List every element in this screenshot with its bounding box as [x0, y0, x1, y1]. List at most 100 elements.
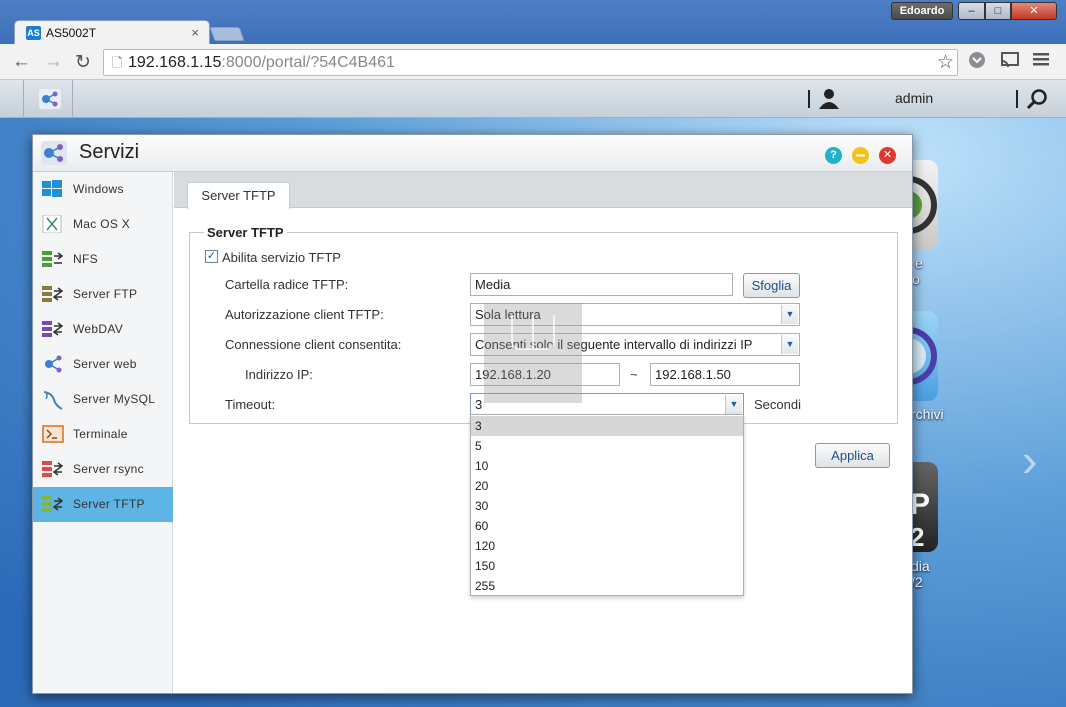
desktop-label: dia	[911, 558, 930, 574]
adm-taskbar: admin	[0, 80, 1066, 118]
dropdown-option[interactable]: 255	[471, 576, 743, 596]
sidebar-item-label: Server TFTP	[73, 497, 145, 511]
menu-icon[interactable]	[1033, 51, 1049, 72]
sidebar-item-label: Server MySQL	[73, 392, 156, 406]
browser-toolbar: ← → ↻ 🗋 192.168.1.15:8000/portal/?54C4B4…	[0, 44, 1066, 80]
server-tftp-icon	[42, 495, 64, 516]
nfs-icon	[42, 250, 64, 271]
chevron-down-icon[interactable]: ▼	[781, 305, 798, 324]
mysql-dolphin-icon	[42, 390, 64, 413]
sidebar-item-terminale[interactable]: Terminale	[33, 417, 173, 452]
os-minimize-button[interactable]: –	[958, 2, 985, 20]
sidebar-item-server-web[interactable]: Server web	[33, 347, 173, 382]
reload-icon[interactable]: ↻	[75, 51, 91, 74]
ip-range-separator: ~	[630, 367, 638, 382]
sidebar-item-label: NFS	[73, 252, 98, 266]
desktop-next-page-icon[interactable]: ›	[1022, 433, 1037, 487]
apply-button[interactable]: Applica	[815, 443, 890, 468]
desktop-label: e	[915, 255, 923, 271]
taskbar-app-servizi[interactable]	[23, 80, 73, 118]
sidebar-item-nfs[interactable]: NFS	[33, 242, 173, 277]
tab-server-tftp[interactable]: Server TFTP	[187, 182, 290, 209]
divider	[1016, 90, 1018, 108]
sidebar-item-label: Terminale	[73, 427, 128, 441]
dropdown-option[interactable]: 30	[471, 496, 743, 516]
os-close-button[interactable]: ✕	[1011, 2, 1057, 20]
sidebar-item-label: Server FTP	[73, 287, 138, 301]
sidebar-item-server-ftp[interactable]: Server FTP	[33, 277, 173, 312]
enable-tftp-label[interactable]: Abilita servizio TFTP	[222, 250, 341, 265]
sidebar-item-server-mysql[interactable]: Server MySQL	[33, 382, 173, 417]
desktop-label: o	[912, 271, 920, 287]
dropdown-option[interactable]: 3	[471, 416, 743, 436]
dropdown-option[interactable]: 120	[471, 536, 743, 556]
dropdown-option[interactable]: 20	[471, 476, 743, 496]
sidebar-item-server-rsync[interactable]: Server rsync	[33, 452, 173, 487]
root-folder-label: Cartella radice TFTP:	[225, 277, 349, 292]
client-connection-label: Connessione client consentita:	[225, 337, 402, 352]
os-user-badge[interactable]: Edoardo	[891, 2, 953, 20]
server-web-icon	[42, 355, 64, 376]
sidebar-item-label: Server rsync	[73, 462, 144, 476]
address-url: 192.168.1.15:8000/portal/?54C4B461	[128, 54, 395, 71]
services-icon	[41, 141, 67, 168]
webdav-icon	[42, 320, 64, 341]
chevron-down-icon[interactable]: ▼	[781, 335, 798, 354]
close-icon[interactable]: ✕	[879, 147, 896, 164]
window-titlebar[interactable]: Servizi ? ✕	[33, 135, 912, 172]
services-icon	[39, 89, 61, 112]
os-window-controls: – □ ✕	[958, 2, 1057, 20]
ip-to-input[interactable]: 192.168.1.50	[650, 363, 800, 386]
timeout-dropdown-list: 3 5 10 20 30 60 120 150 255	[470, 414, 744, 596]
forward-icon[interactable]: →	[44, 51, 63, 73]
sidebar-item-webdav[interactable]: WebDAV	[33, 312, 173, 347]
sidebar-item-server-tftp[interactable]: Server TFTP	[33, 487, 173, 522]
new-tab-button[interactable]	[209, 27, 245, 41]
browser-tab[interactable]: AS AS5002T ×	[14, 20, 210, 45]
minimize-icon[interactable]	[852, 147, 869, 164]
ip-address-label: Indirizzo IP:	[245, 367, 313, 382]
help-icon[interactable]: ?	[825, 147, 842, 164]
timeout-label: Timeout:	[225, 397, 276, 412]
asustor-favicon-icon: AS	[26, 26, 41, 40]
window-title: Servizi	[79, 141, 140, 163]
dropdown-option[interactable]: 60	[471, 516, 743, 536]
timeout-value: 3	[475, 397, 483, 412]
user-icon[interactable]	[818, 87, 840, 112]
windows-icon	[42, 180, 62, 201]
username[interactable]: admin	[895, 90, 933, 106]
terminal-icon	[42, 425, 64, 446]
dropdown-option[interactable]: 5	[471, 436, 743, 456]
root-folder-input[interactable]: Media	[470, 273, 733, 296]
chevron-down-icon[interactable]: ▼	[725, 395, 742, 414]
group-title: Server TFTP	[207, 225, 284, 240]
cast-icon[interactable]	[1000, 51, 1020, 74]
desktop-label: rchivi	[911, 406, 944, 422]
bookmark-star-icon[interactable]: ☆	[937, 51, 954, 74]
tab-close-icon[interactable]: ×	[191, 25, 199, 40]
search-icon[interactable]	[1026, 88, 1048, 113]
sidebar-item-label: WebDAV	[73, 322, 124, 336]
sidebar-item-label: Mac OS X	[73, 217, 131, 231]
browser-tab-title: AS5002T	[46, 26, 97, 40]
address-bar[interactable]: 🗋 192.168.1.15:8000/portal/?54C4B461 ☆	[103, 49, 958, 76]
extension-icon[interactable]	[968, 51, 986, 74]
sidebar-item-windows[interactable]: Windows	[33, 172, 173, 207]
content-tabbar: Server TFTP	[174, 172, 912, 209]
back-icon[interactable]: ←	[12, 51, 31, 73]
dropdown-option[interactable]: 150	[471, 556, 743, 576]
watermark-overlay	[484, 303, 582, 403]
server-ftp-icon	[42, 285, 64, 306]
enable-tftp-checkbox[interactable]: ✓	[205, 250, 218, 263]
server-rsync-icon	[42, 460, 64, 481]
sidebar-item-label: Server web	[73, 357, 137, 371]
timeout-unit: Secondi	[754, 397, 801, 412]
browse-button[interactable]: Sfoglia	[743, 273, 800, 298]
sidebar-item-label: Windows	[73, 182, 124, 196]
os-maximize-button[interactable]: □	[985, 2, 1011, 20]
dropdown-option[interactable]: 10	[471, 456, 743, 476]
sidebar-item-mac-os-x[interactable]: Mac OS X	[33, 207, 173, 242]
page-icon: 🗋	[112, 55, 123, 70]
browser-titlebar: Edoardo – □ ✕ AS AS5002T ×	[0, 0, 1066, 45]
services-sidebar: Windows Mac OS X NFS Server FTP WebDAV S…	[33, 172, 173, 693]
